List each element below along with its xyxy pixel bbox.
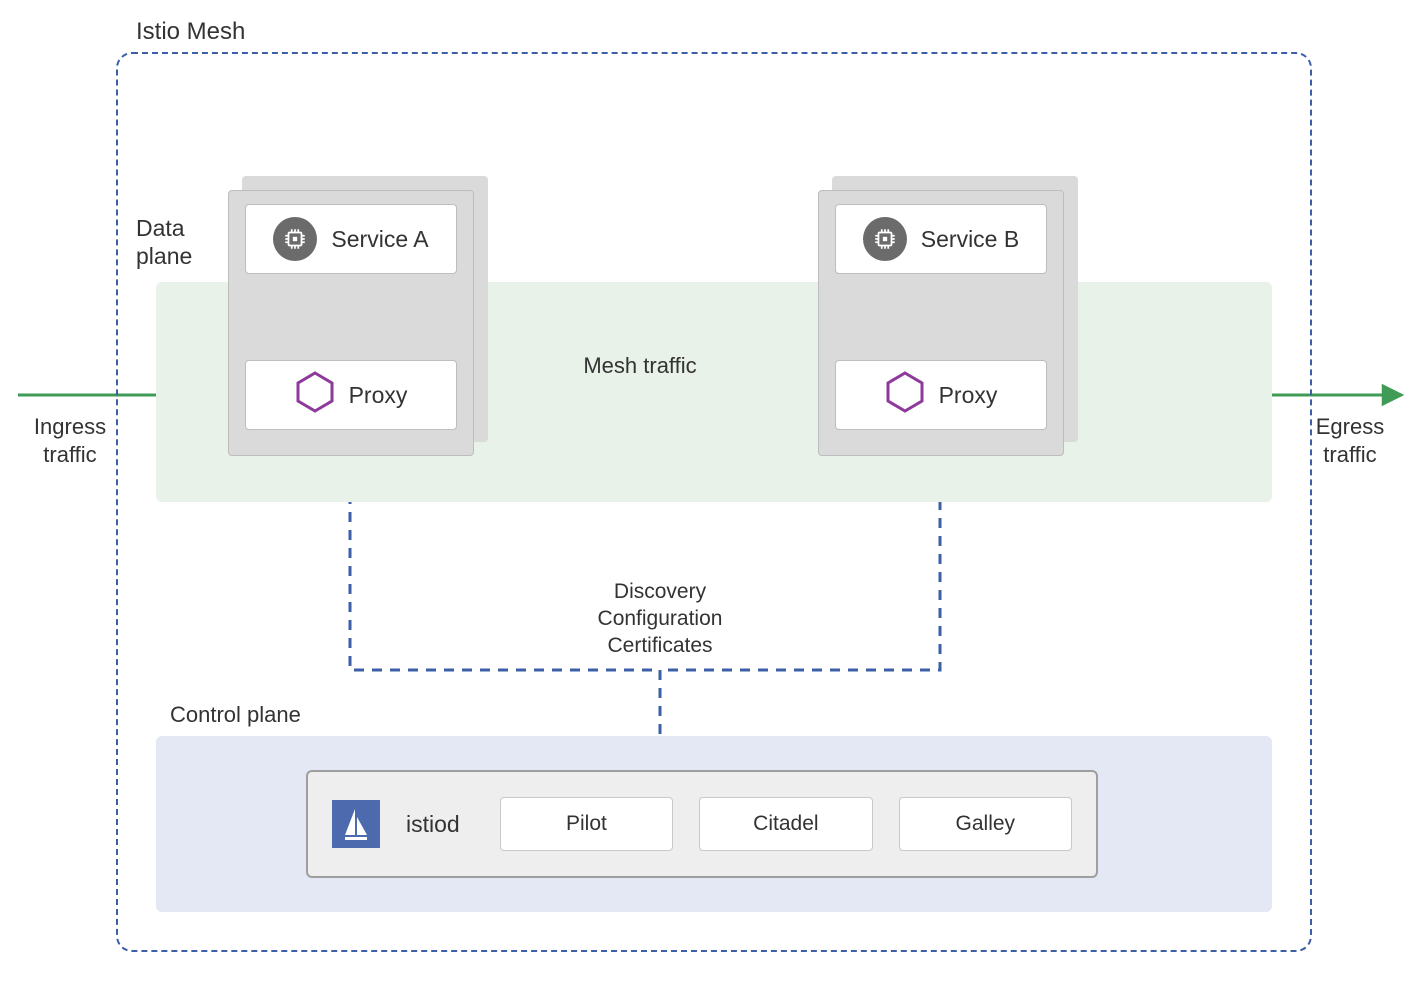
- istiod-component-citadel: Citadel: [699, 797, 872, 851]
- pilot-link-line3: Certificates: [607, 634, 712, 657]
- data-plane-label: Data plane: [136, 214, 192, 270]
- pilot-link-line2: Configuration: [598, 607, 723, 630]
- istiod-name: istiod: [406, 811, 460, 838]
- mesh-traffic-label: Mesh traffic: [540, 352, 740, 380]
- cpu-chip-icon: [863, 217, 907, 261]
- ingress-line2: traffic: [43, 442, 96, 467]
- mesh-title: Istio Mesh: [136, 18, 245, 46]
- cpu-chip-icon: [273, 217, 317, 261]
- proxy-b-label: Proxy: [939, 382, 998, 409]
- istio-sail-icon: [332, 800, 380, 848]
- control-plane-label: Control plane: [170, 702, 301, 728]
- data-plane-label-line1: Data: [136, 215, 185, 241]
- istiod-component-pilot: Pilot: [500, 797, 673, 851]
- istiod-component-galley: Galley: [899, 797, 1072, 851]
- egress-traffic-label: Egress traffic: [1300, 413, 1400, 469]
- hexagon-icon: [295, 370, 335, 420]
- proxy-b-box: Proxy: [835, 360, 1047, 430]
- hexagon-icon: [885, 370, 925, 420]
- proxy-a-label: Proxy: [349, 382, 408, 409]
- service-a-box: Service A: [245, 204, 457, 274]
- proxy-a-box: Proxy: [245, 360, 457, 430]
- ingress-traffic-label: Ingress traffic: [20, 413, 120, 469]
- egress-line1: Egress: [1316, 414, 1384, 439]
- ingress-line1: Ingress: [34, 414, 106, 439]
- data-plane-label-line2: plane: [136, 243, 192, 269]
- egress-line2: traffic: [1323, 442, 1376, 467]
- service-b-box: Service B: [835, 204, 1047, 274]
- service-a-label: Service A: [331, 226, 428, 253]
- istiod-box: istiod Pilot Citadel Galley: [306, 770, 1098, 878]
- pilot-link-line1: Discovery: [614, 580, 706, 603]
- pilot-link-label: Discovery Configuration Certificates: [560, 578, 760, 659]
- service-b-label: Service B: [921, 226, 1019, 253]
